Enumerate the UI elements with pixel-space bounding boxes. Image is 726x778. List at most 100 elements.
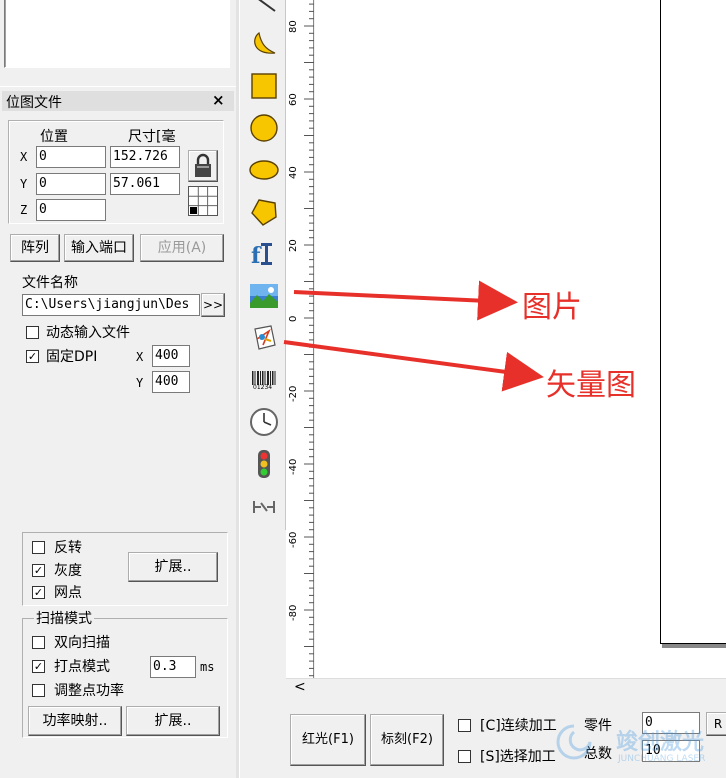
y-label: Y (20, 177, 28, 191)
barcode-tool-button[interactable]: 01234 (244, 362, 284, 398)
ellipse-icon (249, 160, 279, 180)
adjust-power-checkbox[interactable] (32, 684, 45, 697)
width-field[interactable]: 152.726 (110, 146, 180, 168)
continuous-label: [C]连续加工 (480, 718, 557, 734)
red-light-button[interactable]: 红光(F1) (290, 714, 366, 766)
ellipse-tool-button[interactable] (244, 152, 284, 188)
lock-ratio-button[interactable] (188, 150, 218, 182)
text-icon: f (251, 243, 272, 269)
panel-title: 位图文件 (6, 95, 62, 111)
ruler-label: 0 (288, 315, 299, 322)
dot-mode-checkbox[interactable]: ✓ (32, 660, 45, 673)
barcode-caption: 01234 (253, 384, 273, 391)
vector-import-tool-button[interactable] (244, 320, 284, 356)
adjust-power-label: 调整点功率 (54, 683, 124, 699)
traffic-light-tool-button[interactable] (244, 446, 284, 482)
z-label: Z (20, 203, 28, 217)
invert-label: 反转 (54, 540, 82, 556)
mark-button[interactable]: 标刻(F2) (370, 714, 444, 766)
grayscale-label: 灰度 (54, 563, 82, 579)
continuous-checkbox[interactable] (458, 719, 471, 732)
clock-tool-button[interactable] (244, 404, 284, 440)
position-header: 位置 (40, 129, 68, 145)
ruler-label: -40 (288, 458, 299, 475)
height-field[interactable]: 57.061 (110, 173, 180, 195)
text-tool-button[interactable]: f (244, 236, 284, 272)
bidirectional-label: 双向扫描 (54, 635, 110, 651)
grid-icon (189, 187, 217, 215)
extend-button-2[interactable]: 扩展.. (126, 706, 220, 736)
ruler-label: -60 (288, 531, 299, 548)
image-annotation-label: 图片 (522, 290, 582, 325)
watermark-en: JUNCHUANG LASER (618, 754, 706, 764)
dynamic-input-label: 动态输入文件 (46, 325, 130, 341)
ruler-label: -80 (288, 604, 299, 621)
watermark-swirl-icon (556, 724, 592, 760)
image-tool-button[interactable] (244, 278, 284, 314)
extend-axis-tool-button[interactable] (244, 488, 284, 524)
dither-checkbox[interactable]: ✓ (32, 586, 45, 599)
array-button[interactable]: 阵列 (10, 234, 60, 262)
rectangle-icon (251, 73, 277, 99)
curve-tool-button[interactable] (244, 0, 284, 24)
watermark-cn: 竣创激光 (616, 730, 705, 755)
close-icon[interactable]: × (212, 91, 225, 109)
dot-time-unit: ms (200, 660, 215, 674)
file-path-field[interactable]: C:\Users\jiangjun\Des (22, 294, 200, 316)
horizontal-scrollbar[interactable]: < (286, 678, 726, 698)
ruler-label: 80 (288, 20, 299, 33)
scan-mode-label: 扫描模式 (34, 608, 94, 628)
browse-button[interactable]: >> (201, 293, 225, 317)
polygon-tool-button[interactable] (244, 194, 284, 230)
input-port-button[interactable]: 输入端口 (64, 234, 134, 262)
vector-file-icon (254, 325, 276, 350)
ruler-label: 20 (288, 239, 299, 252)
scroll-left-arrow[interactable]: < (294, 679, 306, 695)
traffic-light-icon (258, 450, 270, 478)
object-list-box[interactable] (4, 0, 230, 68)
size-header: 尺寸[毫 (128, 129, 176, 145)
apply-button[interactable]: 应用(A) (140, 234, 224, 262)
fixed-dpi-checkbox[interactable]: ✓ (26, 350, 39, 363)
bidirectional-checkbox[interactable] (32, 636, 45, 649)
image-icon (250, 284, 278, 308)
power-map-button[interactable]: 功率映射.. (28, 706, 122, 736)
circle-icon (250, 114, 278, 142)
z-position-field[interactable]: 0 (36, 199, 106, 221)
select-process-checkbox[interactable] (458, 750, 471, 763)
dpi-x-label: X (136, 350, 144, 364)
circle-tool-button[interactable] (244, 110, 284, 146)
rectangle-tool-button[interactable] (244, 68, 284, 104)
x-position-field[interactable]: 0 (36, 146, 106, 168)
reset-parts-button[interactable]: R (706, 712, 726, 736)
fixed-dpi-label: 固定DPI (46, 349, 98, 365)
vector-annotation-label: 矢量图 (546, 368, 636, 403)
ruler-label: -20 (288, 385, 299, 402)
select-process-label: [S]选择加工 (480, 749, 556, 765)
polygon-icon (251, 199, 277, 226)
x-label: X (20, 150, 28, 164)
grayscale-checkbox[interactable]: ✓ (32, 564, 45, 577)
work-area-page (660, 0, 726, 644)
extend-axis-icon (253, 501, 275, 513)
arc-icon (254, 31, 276, 54)
svg-text:f: f (251, 243, 262, 269)
ruler-label: 60 (288, 93, 299, 106)
dpi-y-label: Y (136, 376, 144, 390)
dot-mode-label: 打点模式 (54, 659, 110, 675)
clock-icon (250, 408, 278, 436)
file-name-label: 文件名称 (22, 275, 78, 291)
y-position-field[interactable]: 0 (36, 173, 106, 195)
anchor-grid-button[interactable] (188, 186, 218, 216)
dynamic-input-checkbox[interactable] (26, 326, 39, 339)
curve-icon (258, 0, 276, 12)
bitmap-panel-header: 位图文件 × (2, 91, 234, 111)
extend-button-1[interactable]: 扩展.. (128, 552, 218, 582)
dither-label: 网点 (54, 585, 82, 601)
dpi-y-field[interactable]: 400 (152, 371, 190, 393)
dot-time-field[interactable]: 0.3 (150, 656, 196, 678)
ellipse-arc-tool-button[interactable] (244, 26, 284, 62)
lock-icon (195, 153, 211, 177)
invert-checkbox[interactable] (32, 541, 45, 554)
dpi-x-field[interactable]: 400 (152, 345, 190, 367)
